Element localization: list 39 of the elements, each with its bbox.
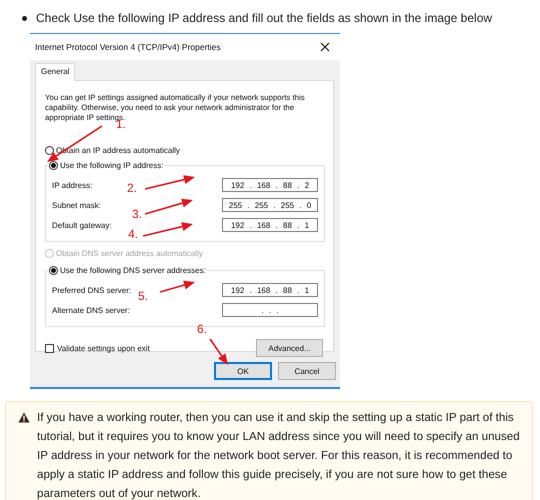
radio-button[interactable] [45, 146, 54, 155]
ip-address-field[interactable]: 192 . 168 . 88 . 1 [222, 283, 318, 297]
warning-icon [18, 412, 30, 423]
warning-text: If you have a working router, then you can use it and skip the setting up a static IP part of this tutorial, but it requires you to know your LAN address since you will need to specify an unused IP address in your network for the network boot server. For this reason, it is recommended to apply a static IP address and follow this guide precisely, if you are not sure how to get these parameters out of your network. [37, 410, 521, 500]
radio-label: Obtain DNS server address automatically [56, 249, 203, 258]
step-number: 5. [138, 290, 148, 302]
instruction-text: Check Use the following IP address and fill out the fields as shown in the image below [36, 11, 492, 25]
close-icon[interactable] [320, 42, 330, 52]
ip-address-field[interactable]: 255 . 255 . 255 . 0 [222, 198, 318, 212]
tab[interactable]: General [35, 63, 76, 81]
field-label: Subnet mask: [52, 200, 101, 210]
step-number: 4. [128, 228, 138, 240]
ok-button[interactable]: OK [214, 362, 272, 380]
checkbox-label: Validate settings upon exit [57, 344, 150, 352]
field-label: Default gateway: [52, 220, 112, 230]
step-number: 2. [127, 182, 138, 194]
advanced-button[interactable]: Advanced... [256, 339, 323, 357]
cancel-button[interactable]: Cancel [278, 362, 336, 380]
bullet-icon [22, 16, 27, 20]
step-number: 3. [132, 208, 142, 220]
annotation-arrow [209, 338, 228, 365]
radio-label: Use the following IP address: [60, 161, 164, 170]
radio-button[interactable] [49, 161, 58, 170]
radio-button[interactable] [49, 266, 58, 275]
annotation-arrow [144, 198, 193, 215]
step-number: 6. [197, 323, 208, 335]
annotation-arrow [144, 175, 195, 190]
annotation-arrow [47, 125, 102, 162]
field-label: Preferred DNS server: [52, 286, 132, 294]
field-label: Alternate DNS server: [52, 306, 130, 314]
annotation-arrow [142, 222, 193, 237]
radio-label: Use the following DNS server addresses: [60, 266, 206, 275]
field-label: IP address: [52, 180, 92, 190]
checkbox[interactable] [45, 344, 54, 352]
ip-address-field[interactable]: 192 . 168 . 88 . 2 [222, 178, 318, 192]
window-title: Internet Protocol Version 4 (TCP/IPv4) Properties [35, 42, 221, 52]
ip-address-field[interactable]: 192 . 168 . 88 . 1 [222, 218, 318, 232]
ip-address-field[interactable]: . . . [222, 303, 318, 317]
annotation-arrow [160, 280, 195, 293]
